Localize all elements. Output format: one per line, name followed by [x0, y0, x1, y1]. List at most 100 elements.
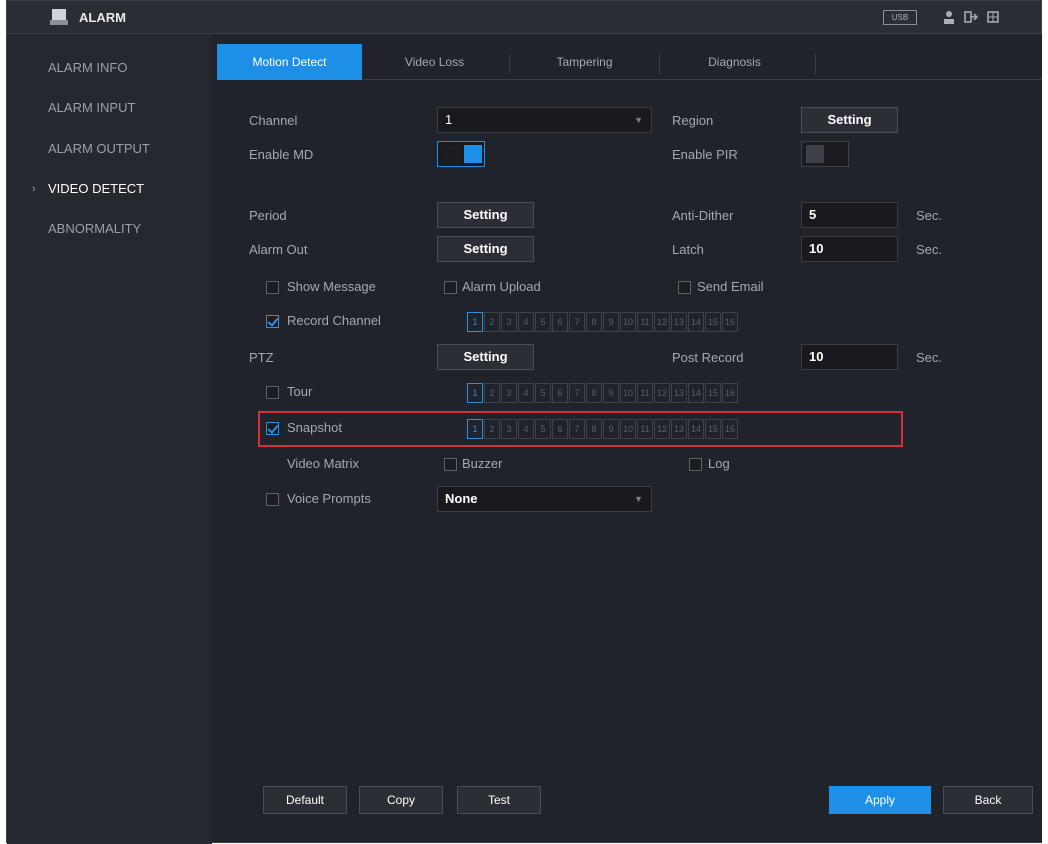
sidebar-item-label: VIDEO DETECT [48, 181, 145, 196]
channel-box[interactable]: 5 [535, 419, 551, 439]
sidebar-item-video-detect[interactable]: › VIDEO DETECT [7, 175, 212, 203]
channel-box[interactable]: 9 [603, 312, 619, 332]
tab-motion-detect[interactable]: Motion Detect [217, 44, 362, 80]
channel-box[interactable]: 7 [569, 312, 585, 332]
copy-button[interactable]: Copy [359, 786, 443, 814]
sidebar-item-abnormality[interactable]: ABNORMALITY [7, 215, 212, 243]
post-record-input[interactable]: 10 [801, 344, 898, 370]
latch-input[interactable]: 10 [801, 236, 898, 262]
record-channel-checkbox[interactable] [266, 315, 279, 328]
enable-md-label: Enable MD [249, 147, 314, 162]
channel-box[interactable]: 8 [586, 312, 602, 332]
channel-box[interactable]: 3 [501, 419, 517, 439]
channel-box[interactable]: 16 [722, 312, 738, 332]
channel-box[interactable]: 10 [620, 312, 636, 332]
channel-box[interactable]: 2 [484, 312, 500, 332]
channel-box[interactable]: 5 [535, 383, 551, 403]
channel-box[interactable]: 7 [569, 419, 585, 439]
buzzer-checkbox[interactable] [444, 458, 457, 471]
channel-box[interactable]: 6 [552, 312, 568, 332]
channel-box[interactable]: 13 [671, 419, 687, 439]
test-button[interactable]: Test [457, 786, 541, 814]
channel-box[interactable]: 11 [637, 312, 653, 332]
channel-box[interactable]: 1 [467, 312, 483, 332]
channel-box[interactable]: 15 [705, 312, 721, 332]
apply-button[interactable]: Apply [829, 786, 931, 814]
channel-box[interactable]: 2 [484, 419, 500, 439]
channel-box[interactable]: 9 [603, 383, 619, 403]
channel-box[interactable]: 5 [535, 312, 551, 332]
alarm-out-setting-button[interactable]: Setting [437, 236, 534, 262]
channel-box[interactable]: 15 [705, 419, 721, 439]
voice-prompts-label: Voice Prompts [287, 491, 371, 506]
channel-box[interactable]: 7 [569, 383, 585, 403]
channel-box[interactable]: 8 [586, 419, 602, 439]
sidebar-item-alarm-output[interactable]: ALARM OUTPUT [7, 135, 212, 163]
channel-box[interactable]: 9 [603, 419, 619, 439]
tab-video-loss[interactable]: Video Loss [362, 44, 507, 80]
channel-box[interactable]: 15 [705, 383, 721, 403]
channel-box[interactable]: 6 [552, 383, 568, 403]
default-button[interactable]: Default [263, 786, 347, 814]
logout-icon[interactable] [964, 9, 978, 25]
period-setting-button[interactable]: Setting [437, 202, 534, 228]
channel-box[interactable]: 3 [501, 312, 517, 332]
channel-box[interactable]: 10 [620, 383, 636, 403]
channel-box[interactable]: 16 [722, 419, 738, 439]
channel-box[interactable]: 4 [518, 312, 534, 332]
voice-prompts-select[interactable]: None ▼ [437, 486, 652, 512]
channel-box[interactable]: 1 [467, 419, 483, 439]
log-checkbox[interactable] [689, 458, 702, 471]
voice-prompts-checkbox[interactable] [266, 493, 279, 506]
channel-select[interactable]: 1 ▼ [437, 107, 652, 133]
show-message-label: Show Message [287, 279, 376, 294]
chevron-down-icon: ▼ [634, 494, 643, 504]
channel-box[interactable]: 4 [518, 419, 534, 439]
channel-box[interactable]: 4 [518, 383, 534, 403]
menu-grid-icon[interactable] [986, 9, 1000, 25]
channel-box[interactable]: 13 [671, 312, 687, 332]
tour-checkbox[interactable] [266, 386, 279, 399]
user-icon[interactable] [942, 9, 956, 25]
region-setting-button[interactable]: Setting [801, 107, 898, 133]
channel-box[interactable]: 2 [484, 383, 500, 403]
ptz-setting-button[interactable]: Setting [437, 344, 534, 370]
channel-box[interactable]: 12 [654, 419, 670, 439]
log-label: Log [708, 456, 730, 471]
alarm-upload-checkbox[interactable] [444, 281, 457, 294]
channel-value: 1 [445, 112, 453, 127]
channel-box[interactable]: 14 [688, 419, 704, 439]
post-record-label: Post Record [672, 350, 744, 365]
send-email-checkbox[interactable] [678, 281, 691, 294]
snapshot-checkbox[interactable] [266, 422, 279, 435]
sidebar-item-label: ALARM INFO [48, 60, 128, 75]
channel-box[interactable]: 12 [654, 312, 670, 332]
channel-box[interactable]: 13 [671, 383, 687, 403]
anti-dither-input[interactable]: 5 [801, 202, 898, 228]
tab-tampering[interactable]: Tampering [512, 44, 657, 80]
sidebar-item-alarm-info[interactable]: ALARM INFO [7, 54, 212, 82]
channel-box[interactable]: 11 [637, 383, 653, 403]
channel-box[interactable]: 14 [688, 383, 704, 403]
channel-box[interactable]: 1 [467, 383, 483, 403]
channel-box[interactable]: 12 [654, 383, 670, 403]
enable-pir-toggle[interactable] [801, 141, 849, 167]
channel-box[interactable]: 6 [552, 419, 568, 439]
sidebar-item-alarm-input[interactable]: ALARM INPUT [7, 94, 212, 122]
channel-box[interactable]: 16 [722, 383, 738, 403]
enable-md-toggle[interactable] [437, 141, 485, 167]
channel-box[interactable]: 11 [637, 419, 653, 439]
usb-icon[interactable]: USB [883, 10, 917, 25]
ptz-label: PTZ [249, 350, 274, 365]
tab-bar: Motion Detect Video Loss Tampering Diagn… [217, 44, 1042, 80]
alarm-icon [50, 9, 68, 25]
back-button[interactable]: Back [943, 786, 1033, 814]
anti-dither-label: Anti-Dither [672, 208, 734, 223]
channel-box[interactable]: 10 [620, 419, 636, 439]
channel-box[interactable]: 14 [688, 312, 704, 332]
tab-diagnosis[interactable]: Diagnosis [662, 44, 807, 80]
show-message-checkbox[interactable] [266, 281, 279, 294]
channel-box[interactable]: 8 [586, 383, 602, 403]
period-label: Period [249, 208, 287, 223]
channel-box[interactable]: 3 [501, 383, 517, 403]
